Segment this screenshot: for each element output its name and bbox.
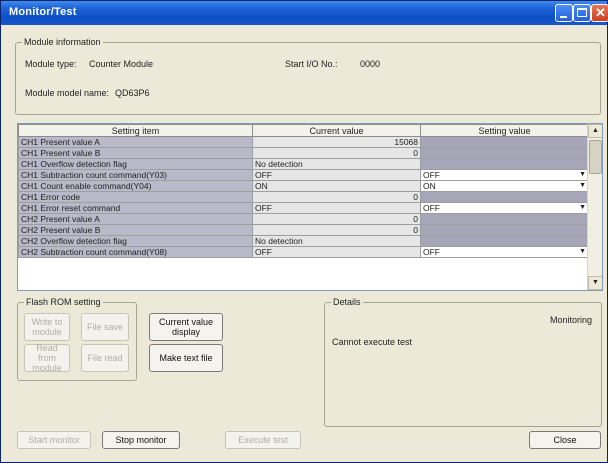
monitoring-status: Monitoring <box>550 315 593 325</box>
start-io-value: 0000 <box>360 59 381 69</box>
current-value-cell: 0 <box>252 147 421 159</box>
dropdown-value: OFF <box>423 203 440 213</box>
current-value-cell: OFF <box>252 246 421 258</box>
setting-value-cell <box>420 213 589 225</box>
write-to-module-button[interactable]: Write to module <box>24 313 70 341</box>
chevron-down-icon[interactable]: ▼ <box>579 204 586 213</box>
setting-item-cell: CH2 Present value B <box>18 224 253 236</box>
monitor-test-window: Monitor/Test ✕ Module information Module… <box>0 0 608 463</box>
monitor-table: Setting item Current value Setting value… <box>18 124 589 258</box>
setting-item-cell: CH1 Present value B <box>18 147 253 159</box>
start-monitor-button[interactable]: Start monitor <box>17 431 91 449</box>
table-row: CH1 Count enable command(Y04) ON ON ▼ <box>18 180 589 192</box>
setting-item-cell: CH1 Error reset command <box>18 202 253 214</box>
close-window-button[interactable]: ✕ <box>591 4 608 22</box>
module-type-label: Module type: <box>25 59 77 69</box>
setting-item-cell: CH1 Overflow detection flag <box>18 158 253 170</box>
current-value-cell: OFF <box>252 169 421 181</box>
setting-item-cell: CH1 Present value A <box>18 136 253 148</box>
scroll-down-icon[interactable]: ▼ <box>588 276 602 290</box>
maximize-icon <box>577 8 587 17</box>
table-row: CH2 Overflow detection flag No detection <box>18 235 589 247</box>
table-row: CH1 Present value A 15068 <box>18 136 589 148</box>
setting-value-cell <box>420 136 589 148</box>
start-io-label: Start I/O No.: <box>285 59 338 69</box>
maximize-button[interactable] <box>573 4 591 22</box>
setting-value-cell <box>420 191 589 203</box>
chevron-down-icon[interactable]: ▼ <box>579 171 586 180</box>
table-row: CH2 Subtraction count command(Y08) OFF O… <box>18 246 589 258</box>
window-title: Monitor/Test <box>9 6 77 18</box>
module-model-label: Module model name: <box>25 88 110 98</box>
dropdown-value: ON <box>423 181 436 191</box>
read-from-module-button[interactable]: Read from module <box>24 343 70 373</box>
table-row: CH1 Error reset command OFF OFF ▼ <box>18 202 589 214</box>
title-bar[interactable]: Monitor/Test ✕ <box>1 1 608 25</box>
table-row: CH1 Present value B 0 <box>18 147 589 159</box>
setting-item-cell: CH1 Subtraction count command(Y03) <box>18 169 253 181</box>
scroll-thumb[interactable] <box>589 140 602 174</box>
table-row: CH1 Subtraction count command(Y03) OFF O… <box>18 169 589 181</box>
chevron-down-icon[interactable]: ▼ <box>579 182 586 191</box>
minimize-icon <box>560 16 567 18</box>
current-value-cell: 15068 <box>252 136 421 148</box>
setting-item-cell: CH2 Subtraction count command(Y08) <box>18 246 253 258</box>
make-text-file-button[interactable]: Make text file <box>149 344 223 372</box>
header-setting-item: Setting item <box>18 124 253 137</box>
header-current-value: Current value <box>252 124 421 137</box>
setting-value-dropdown[interactable]: ON ▼ <box>420 180 589 192</box>
setting-item-cell: CH2 Overflow detection flag <box>18 235 253 247</box>
setting-value-dropdown[interactable]: OFF ▼ <box>420 246 589 258</box>
table-row: CH1 Overflow detection flag No detection <box>18 158 589 170</box>
setting-value-cell <box>420 158 589 170</box>
table-row: CH2 Present value A 0 <box>18 213 589 225</box>
table-header-row: Setting item Current value Setting value <box>18 124 589 137</box>
flash-rom-legend: Flash ROM setting <box>26 297 101 307</box>
file-read-button[interactable]: File read <box>81 344 129 372</box>
file-save-button[interactable]: File save <box>81 313 129 341</box>
header-setting-value: Setting value <box>420 124 589 137</box>
table-row: CH2 Present value B 0 <box>18 224 589 236</box>
module-information-group: Module information <box>15 37 601 115</box>
details-legend: Details <box>333 297 361 307</box>
current-value-display-button[interactable]: Current value display <box>149 313 223 341</box>
execute-test-button[interactable]: Execute test <box>225 431 301 449</box>
module-type-value: Counter Module <box>89 59 154 69</box>
module-model-value: QD63P6 <box>115 88 150 98</box>
current-value-cell: 0 <box>252 224 421 236</box>
table-row: CH1 Error code 0 <box>18 191 589 203</box>
setting-item-cell: CH2 Present value A <box>18 213 253 225</box>
setting-value-cell <box>420 235 589 247</box>
setting-item-cell: CH1 Count enable command(Y04) <box>18 180 253 192</box>
current-value-cell: OFF <box>252 202 421 214</box>
current-value-cell: ON <box>252 180 421 192</box>
module-information-legend: Module information <box>24 37 101 47</box>
setting-item-cell: CH1 Error code <box>18 191 253 203</box>
close-icon: ✕ <box>595 5 606 20</box>
dropdown-value: OFF <box>423 247 440 257</box>
chevron-down-icon[interactable]: ▼ <box>579 248 586 257</box>
current-value-cell: 0 <box>252 213 421 225</box>
current-value-cell: No detection <box>252 235 421 247</box>
details-message: Cannot execute test <box>332 337 413 347</box>
minimize-button[interactable] <box>555 4 573 22</box>
setting-value-dropdown[interactable]: OFF ▼ <box>420 202 589 214</box>
setting-value-cell <box>420 224 589 236</box>
current-value-cell: No detection <box>252 158 421 170</box>
dropdown-value: OFF <box>423 170 440 180</box>
setting-value-cell <box>420 147 589 159</box>
current-value-cell: 0 <box>252 191 421 203</box>
stop-monitor-button[interactable]: Stop monitor <box>102 431 180 449</box>
scroll-up-icon[interactable]: ▲ <box>588 124 602 138</box>
close-button[interactable]: Close <box>529 431 601 449</box>
grid-vertical-scrollbar[interactable]: ▲ ▼ <box>587 124 602 290</box>
setting-value-dropdown[interactable]: OFF ▼ <box>420 169 589 181</box>
monitor-grid: Setting item Current value Setting value… <box>17 123 603 291</box>
